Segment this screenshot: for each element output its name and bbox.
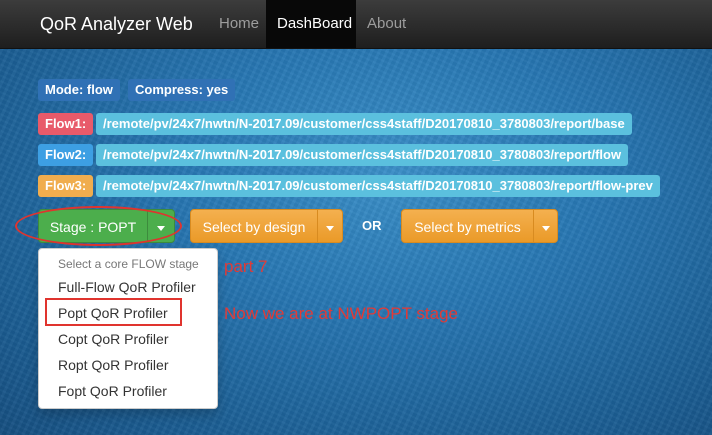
select-by-design-toggle[interactable] — [317, 209, 343, 243]
caret-down-icon — [541, 225, 550, 231]
stage-dropdown-menu: Select a core FLOW stage Full-Flow QoR P… — [38, 248, 218, 409]
flow1-label: Flow1: — [38, 113, 94, 135]
dropdown-header: Select a core FLOW stage — [58, 257, 199, 271]
nav-about[interactable]: About — [356, 0, 417, 48]
annotation-part: part 7 — [224, 257, 268, 276]
navbar: QoR Analyzer Web Home DashBoard About — [0, 0, 712, 49]
flow1-path: /remote/pv/24x7/nwtn/N-2017.09/customer/… — [96, 113, 632, 135]
nav-dashboard[interactable]: DashBoard — [266, 0, 356, 48]
caret-down-icon — [326, 225, 334, 231]
select-by-design-button[interactable]: Select by design — [190, 209, 318, 243]
select-by-metrics-toggle[interactable] — [533, 209, 558, 243]
flow3-path: /remote/pv/24x7/nwtn/N-2017.09/customer/… — [96, 175, 660, 197]
brand-title[interactable]: QoR Analyzer Web — [40, 14, 193, 35]
flow2-path: /remote/pv/24x7/nwtn/N-2017.09/customer/… — [96, 144, 629, 166]
menu-item-full-flow[interactable]: Full-Flow QoR Profiler — [58, 279, 196, 295]
compress-badge: Compress: yes — [128, 79, 236, 101]
highlight-ellipse — [15, 206, 182, 246]
highlight-box — [45, 298, 182, 326]
menu-item-copt[interactable]: Copt QoR Profiler — [58, 331, 168, 347]
select-by-metrics-button[interactable]: Select by metrics — [401, 209, 534, 243]
mode-badge: Mode: flow — [38, 79, 120, 101]
annotation-note: Now we are at NWPOPT stage — [224, 304, 458, 323]
menu-item-ropt[interactable]: Ropt QoR Profiler — [58, 357, 168, 373]
or-label: OR — [362, 218, 382, 233]
flow3-label: Flow3: — [38, 175, 94, 197]
nav-home[interactable]: Home — [208, 0, 270, 48]
menu-item-fopt[interactable]: Fopt QoR Profiler — [58, 383, 167, 399]
flow2-label: Flow2: — [38, 144, 94, 166]
